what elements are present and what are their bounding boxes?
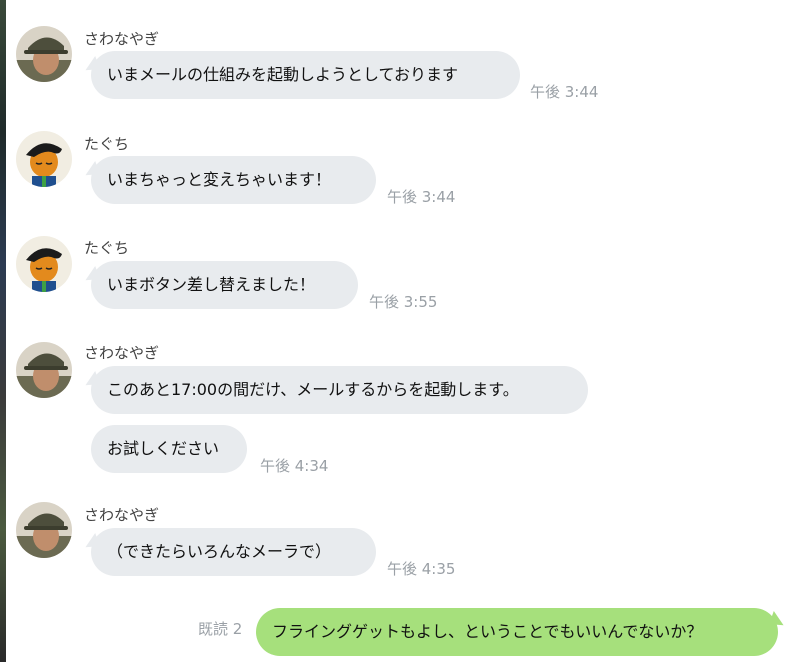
message-time: 午後 3:44 [387,188,456,206]
avatar-sawanayagi[interactable] [16,26,72,82]
my-message-bubble[interactable]: フライングゲットもよし、ということでもいいんでないか？ [256,608,778,656]
sender-name: たぐち [84,239,130,257]
message-time: 午後 3:44 [530,83,599,101]
window-edge [0,0,6,662]
message-bubble[interactable]: いまボタン差し替えました！ [91,261,358,309]
sender-name: さわなやぎ [84,30,160,48]
avatar-sawanayagi[interactable] [16,502,72,558]
message-time: 午後 4:35 [387,560,456,578]
message-bubble[interactable]: （できたらいろんなメーラで） [91,528,376,576]
avatar-sawanayagi[interactable] [16,342,72,398]
message-bubble[interactable]: お試しください [91,425,247,473]
sender-name: さわなやぎ [84,506,160,524]
message-time: 午後 3:55 [369,293,438,311]
avatar-taguchi[interactable] [16,236,72,292]
message-time: 午後 4:34 [260,457,329,475]
sender-name: さわなやぎ [84,344,160,362]
avatar-taguchi[interactable] [16,131,72,187]
message-bubble[interactable]: いまメールの仕組みを起動しようとしております [91,51,520,99]
message-bubble[interactable]: いまちゃっと変えちゃいます！ [91,156,376,204]
message-bubble[interactable]: このあと17:00の間だけ、メールするからを起動します。 [91,366,588,414]
read-receipt: 既読 2 [198,620,243,638]
sender-name: たぐち [84,135,130,153]
